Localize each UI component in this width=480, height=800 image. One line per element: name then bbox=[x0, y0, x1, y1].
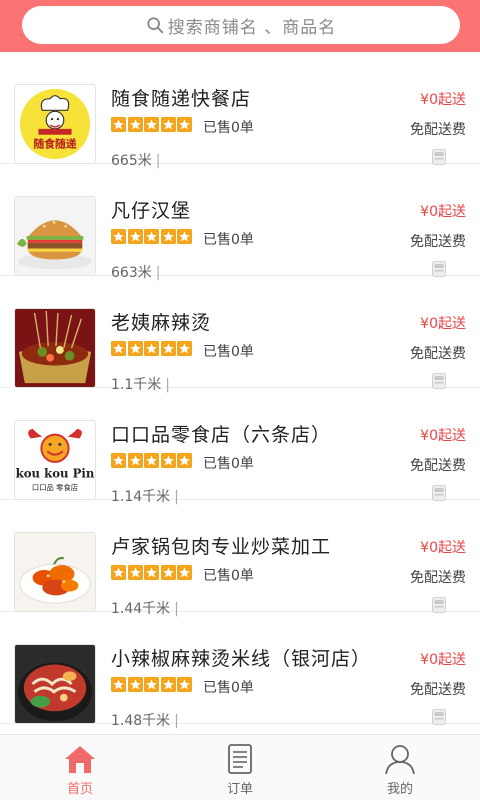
sold-count: 已售0单 bbox=[203, 680, 254, 696]
star-icon bbox=[177, 341, 192, 356]
rating-stars bbox=[111, 117, 194, 132]
tab-label: 订单 bbox=[226, 782, 253, 797]
search-placeholder: 搜索商铺名 、商品名 bbox=[167, 17, 337, 38]
shop-logo bbox=[14, 644, 96, 724]
star-icon bbox=[144, 341, 159, 356]
min-order: ¥0起送 bbox=[420, 92, 466, 108]
star-icon bbox=[127, 117, 143, 132]
star-icon bbox=[127, 565, 143, 580]
tab-label: 我的 bbox=[386, 782, 413, 797]
star-icon bbox=[160, 117, 176, 132]
min-order: ¥0起送 bbox=[420, 652, 466, 668]
rating-stars bbox=[111, 677, 194, 692]
search-input[interactable]: 搜索商铺名 、商品名 bbox=[22, 6, 460, 44]
shop-logo bbox=[14, 532, 96, 612]
logo-text: kou kou Pin bbox=[16, 467, 95, 481]
star-icon bbox=[111, 677, 126, 692]
star-icon bbox=[177, 565, 192, 580]
star-icon bbox=[111, 117, 126, 132]
star-icon bbox=[144, 117, 159, 132]
delivery-badge-icon bbox=[432, 709, 446, 725]
shop-name: 卢家锅包肉专业炒菜加工 bbox=[111, 536, 332, 558]
divider: | bbox=[174, 713, 179, 729]
delivery-badge-icon bbox=[432, 597, 446, 613]
delivery-badge-icon bbox=[432, 485, 446, 501]
star-icon bbox=[111, 565, 126, 580]
shop-logo: kou kou Pin 口口品 零食店 bbox=[14, 420, 96, 500]
sold-count: 已售0单 bbox=[203, 568, 254, 584]
shop-logo: 随食随递 bbox=[14, 84, 96, 164]
delivery-fee: 免配送费 bbox=[410, 122, 466, 138]
shop-name: 凡仔汉堡 bbox=[111, 200, 192, 222]
sold-count: 已售0单 bbox=[203, 456, 254, 472]
delivery-fee: 免配送费 bbox=[410, 570, 466, 586]
shop-name: 老姨麻辣烫 bbox=[111, 312, 212, 334]
star-icon bbox=[144, 453, 159, 468]
shop-logo bbox=[14, 308, 96, 388]
sold-count: 已售0单 bbox=[203, 232, 254, 248]
tab-profile[interactable]: 我的 bbox=[320, 735, 480, 800]
shop-logo bbox=[14, 196, 96, 276]
sold-count: 已售0单 bbox=[203, 120, 254, 136]
header-bar: 搜索商铺名 、商品名 bbox=[0, 0, 480, 52]
min-order: ¥0起送 bbox=[420, 428, 466, 444]
shop-item[interactable]: 随食随递 随食随递快餐店 已售0单 665米 | ¥0起送 免配送费 bbox=[0, 52, 480, 169]
star-icon bbox=[127, 453, 143, 468]
star-icon bbox=[144, 229, 159, 244]
min-order: ¥0起送 bbox=[420, 204, 466, 220]
star-icon bbox=[177, 229, 192, 244]
star-icon bbox=[177, 677, 192, 692]
star-icon bbox=[160, 341, 176, 356]
star-icon bbox=[144, 565, 159, 580]
delivery-fee: 免配送费 bbox=[410, 458, 466, 474]
distance-value: 1.48千米 bbox=[111, 713, 171, 729]
distance: 1.48千米 | bbox=[111, 710, 179, 730]
shop-name: 口口品零食店（六条店） bbox=[111, 424, 332, 446]
shop-item[interactable]: 凡仔汉堡 已售0单 663米 | ¥0起送 免配送费 bbox=[0, 164, 480, 281]
shop-item[interactable]: 老姨麻辣烫 已售0单 1.1千米 | ¥0起送 免配送费 bbox=[0, 276, 480, 393]
star-icon bbox=[127, 677, 143, 692]
user-icon bbox=[385, 745, 415, 775]
rating-stars bbox=[111, 453, 194, 468]
tab-orders[interactable]: 订单 bbox=[160, 735, 320, 800]
delivery-fee: 免配送费 bbox=[410, 682, 466, 698]
star-icon bbox=[111, 229, 126, 244]
shop-item[interactable]: 小辣椒麻辣烫米线（银河店） 已售0单 1.48千米 | ¥0起送 免配送费 bbox=[0, 612, 480, 729]
search-icon bbox=[147, 17, 163, 34]
delivery-badge-icon bbox=[432, 149, 446, 165]
rating-stars bbox=[111, 229, 194, 244]
star-icon bbox=[160, 565, 176, 580]
bottom-tab-bar: 首页 订单 我的 bbox=[0, 734, 480, 800]
rating-stars bbox=[111, 341, 194, 356]
sold-count: 已售0单 bbox=[203, 344, 254, 360]
star-icon bbox=[160, 677, 176, 692]
star-icon bbox=[127, 341, 143, 356]
logo-subtext: 口口品 零食店 bbox=[32, 483, 78, 492]
star-icon bbox=[111, 453, 126, 468]
star-icon bbox=[127, 229, 143, 244]
delivery-badge-icon bbox=[432, 261, 446, 277]
shop-list[interactable]: 随食随递 随食随递快餐店 已售0单 665米 | ¥0起送 免配送费 凡仔汉堡 … bbox=[0, 52, 480, 734]
logo-text: 随食随递 bbox=[34, 137, 77, 150]
min-order: ¥0起送 bbox=[420, 316, 466, 332]
star-icon bbox=[160, 229, 176, 244]
shop-name: 随食随递快餐店 bbox=[111, 88, 252, 110]
home-icon bbox=[65, 746, 95, 773]
shop-name: 小辣椒麻辣烫米线（银河店） bbox=[111, 648, 372, 670]
delivery-fee: 免配送费 bbox=[410, 346, 466, 362]
shop-item[interactable]: 卢家锅包肉专业炒菜加工 已售0单 1.44千米 | ¥0起送 免配送费 bbox=[0, 500, 480, 617]
shop-item[interactable]: kou kou Pin 口口品 零食店 口口品零食店（六条店） 已售0单 1.1… bbox=[0, 388, 480, 505]
star-icon bbox=[144, 677, 159, 692]
tab-home[interactable]: 首页 bbox=[0, 735, 160, 800]
tab-label: 首页 bbox=[66, 782, 93, 797]
star-icon bbox=[177, 453, 192, 468]
order-list-icon bbox=[228, 744, 252, 774]
delivery-badge-icon bbox=[432, 373, 446, 389]
star-icon bbox=[160, 453, 176, 468]
star-icon bbox=[177, 117, 192, 132]
min-order: ¥0起送 bbox=[420, 540, 466, 556]
star-icon bbox=[111, 341, 126, 356]
rating-stars bbox=[111, 565, 194, 580]
delivery-fee: 免配送费 bbox=[410, 234, 466, 250]
